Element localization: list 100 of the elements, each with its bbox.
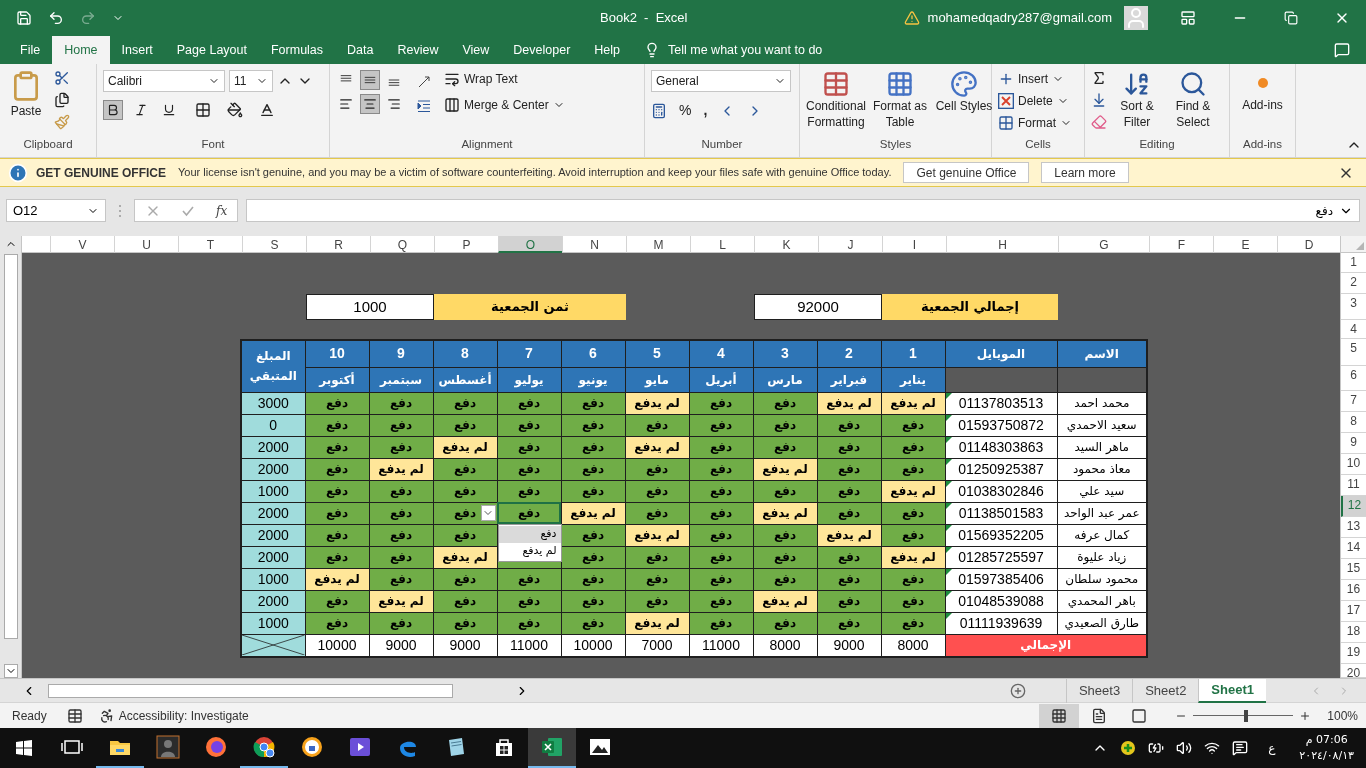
accessibility-status[interactable]: Accessibility: Investigate xyxy=(118,706,249,725)
column-letter[interactable]: V xyxy=(50,236,114,253)
payment-cell: دفع xyxy=(709,418,733,432)
column-letter[interactable]: O xyxy=(498,236,562,253)
month-number: 10 xyxy=(329,345,345,362)
column-letter[interactable]: R xyxy=(306,236,370,253)
name-cell: باهر المحمدي xyxy=(1067,594,1136,608)
group-label: Font xyxy=(200,136,226,152)
name-cell: عمر عبد الواحد xyxy=(1063,506,1140,520)
menu-tab[interactable]: Help xyxy=(582,36,633,64)
menu-tab[interactable]: View xyxy=(450,36,502,64)
column-letter[interactable]: U xyxy=(114,236,178,253)
add-ins-button[interactable]: Add-ins xyxy=(1236,70,1289,114)
name-cell: محمود سلطان xyxy=(1065,572,1139,586)
insert-function-button[interactable]: fx xyxy=(216,201,228,220)
name-cell: سيد علي xyxy=(1079,484,1125,498)
payment-cell: دفع xyxy=(709,484,733,498)
styles-button[interactable]: Conditional Formatting xyxy=(806,70,866,130)
cells-button[interactable]: Delete xyxy=(998,92,1072,110)
column-letter[interactable]: K xyxy=(754,236,818,253)
styles-button[interactable]: Cell Styles xyxy=(934,70,994,130)
column-letter[interactable]: H xyxy=(946,236,1058,253)
name-cell: كمال عرفه xyxy=(1074,528,1130,542)
message-button[interactable]: Learn more xyxy=(1041,162,1129,183)
column-header: الاسم xyxy=(1084,346,1119,361)
menu-tab[interactable]: Developer xyxy=(501,36,583,64)
wrap-text-button[interactable]: Wrap Text xyxy=(444,70,565,88)
payment-cell: دفع xyxy=(517,616,541,630)
styles-button[interactable]: Format as Table xyxy=(870,70,930,130)
comma-style[interactable]: , xyxy=(703,100,708,121)
payment-cell: لم يدفع xyxy=(634,616,680,630)
group-label: Number xyxy=(700,136,744,152)
editing-button[interactable]: Sort & Filter xyxy=(1111,70,1163,130)
payment-cell: دفع xyxy=(517,506,541,520)
payment-cell: دفع xyxy=(645,462,669,476)
number-format-field[interactable]: General xyxy=(651,70,791,92)
menu-tab[interactable]: Insert xyxy=(109,36,165,64)
payment-cell: دفع xyxy=(837,550,861,564)
payment-cell: دفع xyxy=(837,484,861,498)
column-letter[interactable]: I xyxy=(882,236,946,253)
menu-tab[interactable]: File xyxy=(8,36,53,64)
column-letter[interactable]: E xyxy=(1213,236,1277,253)
column-letter[interactable]: Q xyxy=(370,236,434,253)
summary-value: 1000 xyxy=(353,296,387,317)
column-letter[interactable]: M xyxy=(626,236,690,253)
paste-button[interactable]: Paste xyxy=(6,70,46,130)
payment-cell: دفع xyxy=(325,506,349,520)
payment-cell: دفع xyxy=(581,484,605,498)
column-letter[interactable]: F xyxy=(1149,236,1213,253)
column-letter[interactable]: D xyxy=(1277,236,1340,253)
payment-cell: دفع xyxy=(581,462,605,476)
sheet-tab[interactable]: Sheet1 xyxy=(1198,678,1266,703)
payment-cell: لم يدفع xyxy=(762,594,808,608)
column-letter[interactable]: P xyxy=(434,236,498,253)
mobile-cell: 01593750872 xyxy=(958,416,1044,433)
column-letter[interactable]: J xyxy=(818,236,882,253)
row-number[interactable]: 12 xyxy=(1341,496,1366,517)
font-name-field[interactable]: Calibri xyxy=(103,70,225,92)
summary-value: 92000 xyxy=(797,296,839,317)
font-size-field[interactable]: 11 xyxy=(229,70,273,92)
zoom-level[interactable]: 100% xyxy=(1327,706,1358,725)
menu-tab[interactable]: Home xyxy=(52,36,110,64)
menu-tab[interactable]: Formulas xyxy=(258,36,336,64)
tell-me-field[interactable]: Tell me what you want to do xyxy=(668,40,823,60)
payment-cell: لم يدفع xyxy=(890,550,936,564)
table-cell-text: 2000 xyxy=(256,591,290,611)
name-box[interactable]: O12 xyxy=(6,199,106,222)
table-cell-text: 1000 xyxy=(256,613,290,633)
message-button[interactable]: Get genuine Office xyxy=(903,162,1030,183)
column-letter[interactable]: G xyxy=(1058,236,1149,253)
editing-button[interactable]: Find & Select xyxy=(1167,70,1219,130)
payment-cell: دفع xyxy=(453,396,477,410)
percent-style[interactable]: % xyxy=(679,100,692,121)
column-header: الموبايل xyxy=(976,346,1026,361)
column-letter[interactable]: S xyxy=(242,236,306,253)
clock-date[interactable]: ٢٠٢٤/٠٨/١٣ xyxy=(1299,748,1354,764)
group-label: Cells xyxy=(1024,136,1052,152)
clock-time[interactable]: 07:06 م xyxy=(1305,732,1348,748)
input-language[interactable]: ع xyxy=(1268,739,1276,757)
table-cell-text: 9000 xyxy=(384,635,418,655)
payment-cell: لم يدفع xyxy=(762,506,808,520)
menu-tab[interactable]: Page Layout xyxy=(164,36,259,64)
payment-cell: دفع xyxy=(709,616,733,630)
payment-cell: لم يدفع xyxy=(762,462,808,476)
payment-cell: دفع xyxy=(517,572,541,586)
payment-cell: دفع xyxy=(453,594,477,608)
menu-tab[interactable]: Review xyxy=(385,36,451,64)
column-letter[interactable]: L xyxy=(690,236,754,253)
month-name: يونيو xyxy=(578,372,608,387)
cells-button[interactable]: Format xyxy=(998,114,1072,132)
menu-tab[interactable]: Data xyxy=(335,36,386,64)
cells-button[interactable]: Insert xyxy=(998,70,1072,88)
column-letter[interactable]: N xyxy=(562,236,626,253)
formula-field[interactable]: دفع xyxy=(246,199,1360,222)
name-cell: سعيد الاحمدي xyxy=(1066,418,1137,432)
merge-center-button[interactable]: Merge & Center xyxy=(444,96,565,114)
column-letter[interactable]: T xyxy=(178,236,242,253)
name-cell: طارق الصعيدي xyxy=(1064,616,1140,630)
dropdown-option[interactable]: دفع xyxy=(498,525,561,543)
account-name[interactable]: mohamedqadry287@gmail.com xyxy=(927,8,1112,28)
